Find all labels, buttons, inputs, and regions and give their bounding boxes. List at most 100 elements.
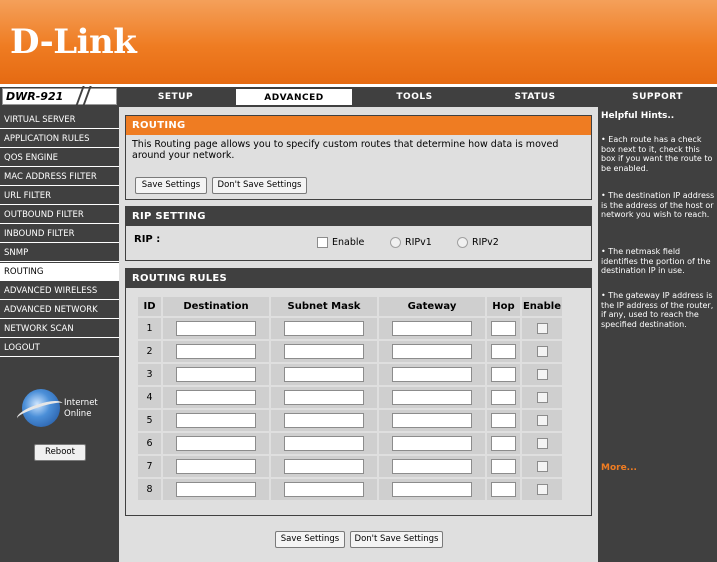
sidebar-item-advanced-wireless[interactable]: ADVANCED WIRELESS — [0, 282, 119, 300]
rip-enable-checkbox[interactable] — [317, 237, 328, 248]
row-id: 7 — [138, 456, 161, 477]
enable-checkbox[interactable] — [536, 369, 548, 380]
routing-description: This Routing page allows you to specify … — [132, 139, 559, 161]
hop-input[interactable] — [491, 413, 516, 428]
routing-rules-panel: ROUTING RULES ID Destination Subnet Mask… — [125, 268, 592, 516]
row-id: 5 — [138, 410, 161, 431]
routing-rules-title: ROUTING RULES — [126, 269, 591, 288]
routing-title: ROUTING — [126, 116, 591, 135]
tab-advanced[interactable]: ADVANCED — [235, 88, 353, 106]
enable-checkbox[interactable] — [536, 415, 548, 426]
gateway-input[interactable] — [392, 344, 472, 359]
table-row: 1 — [138, 318, 562, 339]
subnet-mask-input[interactable] — [284, 436, 364, 451]
hint-item: • The gateway IP address is the IP addre… — [601, 291, 714, 329]
row-id: 4 — [138, 387, 161, 408]
subnet-mask-input[interactable] — [284, 459, 364, 474]
internet-status: Internet Online — [64, 398, 98, 420]
sidebar-item-outbound-filter[interactable]: OUTBOUND FILTER — [0, 206, 119, 224]
gateway-input[interactable] — [392, 390, 472, 405]
table-row: 5 — [138, 410, 562, 431]
enable-checkbox[interactable] — [536, 323, 548, 334]
enable-checkbox[interactable] — [536, 346, 548, 357]
hop-input[interactable] — [491, 390, 516, 405]
gateway-input[interactable] — [392, 321, 472, 336]
reboot-button[interactable]: Reboot — [34, 444, 86, 461]
subnet-mask-input[interactable] — [284, 482, 364, 497]
enable-checkbox[interactable] — [536, 392, 548, 403]
row-id: 1 — [138, 318, 161, 339]
destination-input[interactable] — [176, 413, 256, 428]
table-row: 8 — [138, 479, 562, 500]
subnet-mask-input[interactable] — [284, 390, 364, 405]
sidebar-item-inbound-filter[interactable]: INBOUND FILTER — [0, 225, 119, 243]
hints-more-link[interactable]: More... — [601, 463, 637, 473]
routing-rules-table: ID Destination Subnet Mask Gateway Hop E… — [136, 295, 564, 502]
sidebar-item-network-scan[interactable]: NETWORK SCAN — [0, 320, 119, 338]
ripv2-radio[interactable] — [457, 237, 468, 248]
hop-input[interactable] — [491, 344, 516, 359]
sidebar-item-advanced-network[interactable]: ADVANCED NETWORK — [0, 301, 119, 319]
hop-input[interactable] — [491, 367, 516, 382]
sidebar-item-mac-address-filter[interactable]: MAC ADDRESS FILTER — [0, 168, 119, 186]
hint-item: • Each route has a check box next to it,… — [601, 135, 713, 173]
tab-setup[interactable]: SETUP — [119, 88, 232, 106]
sidebar-item-virtual-server[interactable]: VIRTUAL SERVER — [0, 111, 119, 129]
gateway-input[interactable] — [392, 459, 472, 474]
gateway-input[interactable] — [392, 436, 472, 451]
col-gateway: Gateway — [379, 297, 485, 316]
footer-save-settings-button[interactable]: Save Settings — [275, 531, 345, 548]
main-content: ROUTING This Routing page allows you to … — [119, 107, 598, 562]
hint-item: • The netmask field identifies the porti… — [601, 247, 711, 275]
hop-input[interactable] — [491, 482, 516, 497]
rip-enable-label: Enable — [332, 237, 365, 248]
tab-tools[interactable]: TOOLS — [356, 88, 473, 106]
destination-input[interactable] — [176, 344, 256, 359]
subnet-mask-input[interactable] — [284, 344, 364, 359]
hop-input[interactable] — [491, 459, 516, 474]
tab-status[interactable]: STATUS — [476, 88, 594, 106]
row-id: 8 — [138, 479, 161, 500]
sidebar-item-application-rules[interactable]: APPLICATION RULES — [0, 130, 119, 148]
table-row: 3 — [138, 364, 562, 385]
sidebar-item-qos-engine[interactable]: QOS ENGINE — [0, 149, 119, 167]
destination-input[interactable] — [176, 390, 256, 405]
subnet-mask-input[interactable] — [284, 321, 364, 336]
destination-input[interactable] — [176, 321, 256, 336]
subnet-mask-input[interactable] — [284, 367, 364, 382]
sidebar-item-routing[interactable]: ROUTING — [0, 263, 119, 281]
enable-checkbox[interactable] — [536, 461, 548, 472]
col-id: ID — [138, 297, 161, 316]
subnet-mask-input[interactable] — [284, 413, 364, 428]
table-row: 4 — [138, 387, 562, 408]
dont-save-settings-button[interactable]: Don't Save Settings — [212, 177, 307, 194]
hop-input[interactable] — [491, 436, 516, 451]
gateway-input[interactable] — [392, 367, 472, 382]
sidebar-item-logout[interactable]: LOGOUT — [0, 339, 119, 357]
internet-status-value: Online — [64, 409, 92, 419]
table-row: 6 — [138, 433, 562, 454]
enable-checkbox[interactable] — [536, 484, 548, 495]
sidebar-item-url-filter[interactable]: URL FILTER — [0, 187, 119, 205]
col-hop: Hop — [487, 297, 520, 316]
destination-input[interactable] — [176, 436, 256, 451]
model-badge: DWR-921 — [2, 86, 117, 106]
sidebar-item-snmp[interactable]: SNMP — [0, 244, 119, 262]
internet-status-label: Internet — [64, 398, 98, 408]
footer-dont-save-settings-button[interactable]: Don't Save Settings — [350, 531, 443, 548]
save-settings-button[interactable]: Save Settings — [135, 177, 207, 194]
rip-label: RIP : — [134, 234, 161, 245]
destination-input[interactable] — [176, 367, 256, 382]
ripv1-radio[interactable] — [390, 237, 401, 248]
destination-input[interactable] — [176, 482, 256, 497]
tab-support[interactable]: SUPPORT — [598, 88, 717, 106]
hint-item: • The destination IP address is the addr… — [601, 191, 715, 219]
enable-checkbox[interactable] — [536, 438, 548, 449]
gateway-input[interactable] — [392, 413, 472, 428]
model-name: DWR-921 — [6, 90, 64, 103]
col-destination: Destination — [163, 297, 269, 316]
col-subnet-mask: Subnet Mask — [271, 297, 377, 316]
gateway-input[interactable] — [392, 482, 472, 497]
hop-input[interactable] — [491, 321, 516, 336]
destination-input[interactable] — [176, 459, 256, 474]
